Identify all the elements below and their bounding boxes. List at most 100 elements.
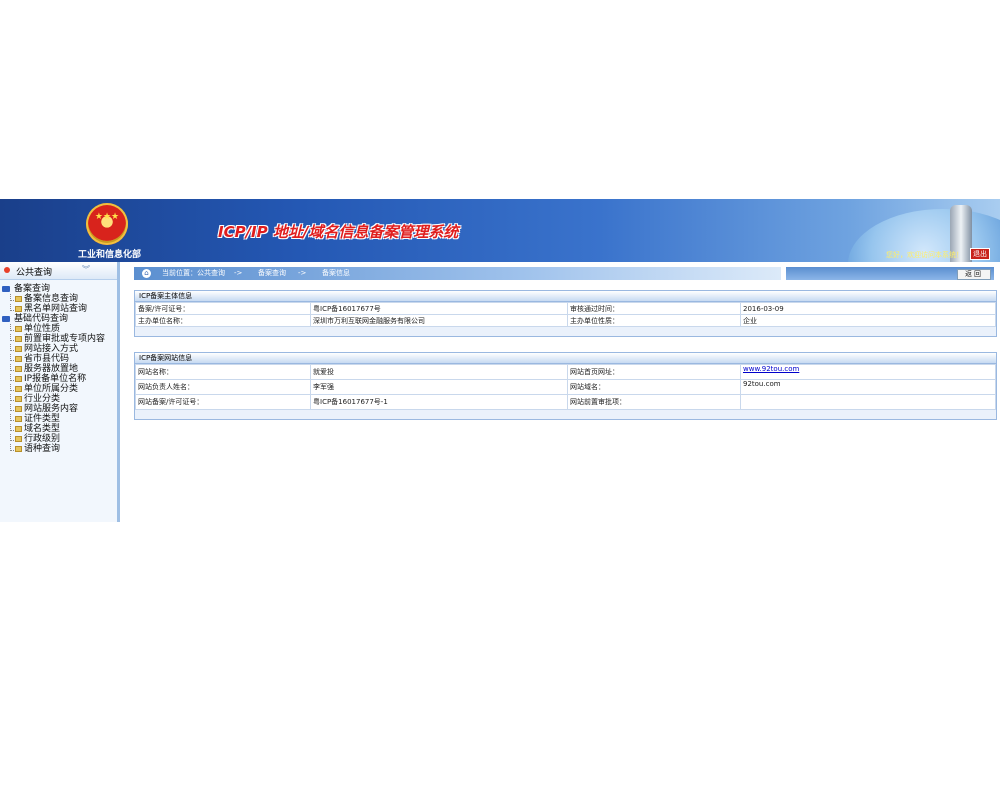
tree-item-label: 行政级别 <box>24 434 61 444</box>
table-row: 网站备案/许可证号： 粤ICP备16017677号-1 网站前置审批项： <box>135 394 996 410</box>
tree-item[interactable]: 备案信息查询 <box>2 294 116 304</box>
tree-item-label: IP报备单位名称 <box>24 374 87 384</box>
tree-item-label: 域名类型 <box>24 424 61 434</box>
field-value: 92tou.com <box>740 379 996 395</box>
field-label: 网站首页网址： <box>567 364 741 380</box>
field-value: 就爱投 <box>310 364 568 380</box>
document-icon <box>15 426 22 432</box>
document-icon <box>15 336 22 342</box>
table-row: 备案/许可证号： 粤ICP备16017677号 审核通过时间： 2016-03-… <box>135 302 996 315</box>
sidebar-title: 公共查询 <box>16 268 53 278</box>
sidebar-header[interactable]: 公共查询 ︾ <box>0 262 117 280</box>
tree-item[interactable]: 前置审批或专项内容 <box>2 334 116 344</box>
field-value: 2016-03-09 <box>740 302 996 315</box>
tree-group[interactable]: 基础代码查询 <box>2 314 116 324</box>
folder-icon <box>2 286 10 292</box>
field-value <box>740 394 996 410</box>
document-icon <box>15 326 22 332</box>
field-label: 网站名称： <box>135 364 311 380</box>
header-banner: ★★★ 工业和信息化部 ICP/IP 地址/域名信息备案管理系统 您好，欢迎访问… <box>0 199 1000 262</box>
tree-item[interactable]: 语种查询 <box>2 444 116 454</box>
field-label: 网站前置审批项： <box>567 394 741 410</box>
nav-tree: 备案查询 备案信息查询 黑名单网站查询 基础代码查询 单位性质 前置审批或专项内容 网站接入… <box>2 284 116 454</box>
site-info-table: 网站名称： 就爱投 网站首页网址： www.92tou.com 网站负责人姓名：… <box>135 364 996 410</box>
tree-item-label: 服务器放置地 <box>24 364 79 374</box>
tree-item[interactable]: 服务器放置地 <box>2 364 116 374</box>
field-label: 备案/许可证号： <box>135 302 311 315</box>
table-row: 网站名称： 就爱投 网站首页网址： www.92tou.com <box>135 364 996 380</box>
field-label: 审核通过时间： <box>567 302 741 315</box>
tree-item-label: 网站服务内容 <box>24 404 79 414</box>
document-icon <box>15 356 22 362</box>
document-icon <box>15 386 22 392</box>
homepage-link[interactable]: www.92tou.com <box>743 365 799 373</box>
panel-title: ICP备案网站信息 <box>135 353 996 364</box>
tree-group-label: 备案查询 <box>14 284 51 294</box>
tree-item[interactable]: 行政级别 <box>2 434 116 444</box>
table-row: 主办单位名称： 深圳市万利互联网金融服务有限公司 主办单位性质： 企业 <box>135 314 996 327</box>
system-title: ICP/IP 地址/域名信息备案管理系统 <box>218 223 459 241</box>
tree-item-label: 备案信息查询 <box>24 294 79 304</box>
field-value: www.92tou.com <box>740 364 996 380</box>
tree-item-label: 黑名单网站查询 <box>24 304 88 314</box>
field-value: 深圳市万利互联网金融服务有限公司 <box>310 314 568 327</box>
tree-group[interactable]: 备案查询 <box>2 284 116 294</box>
document-icon <box>15 436 22 442</box>
tree-item-label: 单位所属分类 <box>24 384 79 394</box>
tree-item[interactable]: 省市县代码 <box>2 354 116 364</box>
tree-item-label: 网站接入方式 <box>24 344 79 354</box>
field-value: 粤ICP备16017677号 <box>310 302 568 315</box>
main-info-table: 备案/许可证号： 粤ICP备16017677号 审核通过时间： 2016-03-… <box>135 302 996 327</box>
tree-item-label: 语种查询 <box>24 444 61 454</box>
field-label: 网站域名： <box>567 379 741 395</box>
tree-item[interactable]: 域名类型 <box>2 424 116 434</box>
national-emblem-icon: ★★★ <box>86 203 128 245</box>
main-info-panel: ICP备案主体信息 备案/许可证号： 粤ICP备16017677号 审核通过时间… <box>134 290 997 337</box>
tree-item[interactable]: 网站服务内容 <box>2 404 116 414</box>
welcome-text: 您好，欢迎访问本系统！ <box>886 251 963 259</box>
field-label: 主办单位性质： <box>567 314 741 327</box>
tree-item-label: 行业分类 <box>24 394 61 404</box>
document-icon <box>15 446 22 452</box>
document-icon <box>15 346 22 352</box>
folder-icon <box>2 316 10 322</box>
document-icon <box>15 296 22 302</box>
tree-item-label: 单位性质 <box>24 324 61 334</box>
field-label: 网站备案/许可证号： <box>135 394 311 410</box>
document-icon <box>15 376 22 382</box>
back-button[interactable]: 返回 <box>957 269 991 280</box>
document-icon <box>15 416 22 422</box>
breadcrumb-separator: -> <box>234 269 243 277</box>
logout-button[interactable]: 退出 <box>970 248 990 260</box>
home-icon: ⌂ <box>142 269 151 278</box>
collapse-chevron-icon[interactable]: ︾ <box>82 264 90 275</box>
document-icon <box>15 306 22 312</box>
tree-item[interactable]: IP报备单位名称 <box>2 374 116 384</box>
tree-item-label: 证件类型 <box>24 414 61 424</box>
document-icon <box>15 366 22 372</box>
tree-item[interactable]: 单位性质 <box>2 324 116 334</box>
tree-item[interactable]: 行业分类 <box>2 394 116 404</box>
table-row: 网站负责人姓名： 李军强 网站域名： 92tou.com <box>135 379 996 395</box>
breadcrumb: ⌂ 当前位置：公共查询 -> 备案查询 -> 备案信息 <box>134 267 781 280</box>
breadcrumb-level2[interactable]: 备案查询 <box>258 267 286 280</box>
field-label: 主办单位名称： <box>135 314 311 327</box>
breadcrumb-prefix: 当前位置：公共查询 <box>162 269 225 277</box>
panel-footer <box>135 327 996 336</box>
field-value: 企业 <box>740 314 996 327</box>
breadcrumb-level3: 备案信息 <box>322 269 350 277</box>
site-info-panel: ICP备案网站信息 网站名称： 就爱投 网站首页网址： www.92tou.co… <box>134 352 997 420</box>
field-value: 李军强 <box>310 379 568 395</box>
tree-item[interactable]: 黑名单网站查询 <box>2 304 116 314</box>
tree-item[interactable]: 网站接入方式 <box>2 344 116 354</box>
panel-footer <box>135 410 996 419</box>
document-icon <box>15 406 22 412</box>
breadcrumb-separator: -> <box>298 269 307 277</box>
tree-item[interactable]: 证件类型 <box>2 414 116 424</box>
ministry-name: 工业和信息化部 <box>78 250 142 260</box>
panel-title: ICP备案主体信息 <box>135 291 996 302</box>
sidebar: 公共查询 ︾ 备案查询 备案信息查询 黑名单网站查询 基础代码查询 单位性质 前置审批或专… <box>0 262 120 522</box>
bullet-icon <box>4 267 10 273</box>
tree-item-label: 前置审批或专项内容 <box>24 334 106 344</box>
tree-item[interactable]: 单位所属分类 <box>2 384 116 394</box>
